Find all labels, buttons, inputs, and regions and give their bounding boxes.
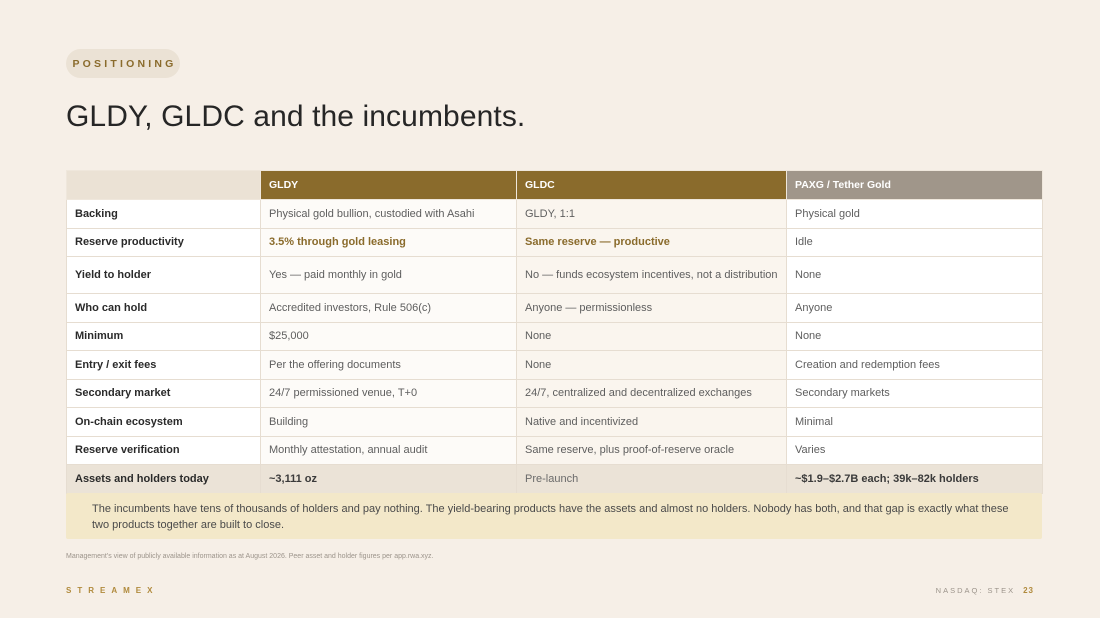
cell-gldy: Physical gold bullion, custodied with As… [260,199,517,229]
cell-gldy: $25,000 [260,321,517,351]
cell-peers: None [786,256,1043,294]
cell-peers: Secondary markets [786,378,1043,408]
table-row: Reserve productivity 3.5% through gold l… [66,227,1043,257]
header-blank [66,170,261,200]
table-row: On-chain ecosystem Building Native and i… [66,407,1043,437]
cell-peers: Idle [786,227,1043,257]
row-label: Backing [66,199,261,229]
cell-gldc: Native and incentivized [516,407,787,437]
cell-gldy: Per the offering documents [260,350,517,380]
cell-gldy: Building [260,407,517,437]
table-header-row: GLDY GLDC PAXG / Tether Gold [66,170,1043,200]
table-row: Minimum $25,000 None None [66,321,1043,351]
cell-gldc: Anyone — permissionless [516,293,787,323]
cell-gldy: Yes — paid monthly in gold [260,256,517,294]
cell-gldy: ~3,111 oz [260,464,517,494]
cell-gldc: None [516,350,787,380]
cell-gldc: No — funds ecosystem incentives, not a d… [516,256,787,294]
header-gldc: GLDC [516,170,787,200]
cell-gldc: GLDY, 1:1 [516,199,787,229]
comparison-table: GLDY GLDC PAXG / Tether Gold Backing Phy… [66,170,1043,494]
ticker: NASDAQ: STEX [935,586,1016,595]
table-row: Backing Physical gold bullion, custodied… [66,199,1043,229]
row-label: Assets and holders today [66,464,261,494]
cell-peers: Anyone [786,293,1043,323]
header-gldy: GLDY [260,170,517,200]
footnote: Management's view of publicly available … [66,553,434,560]
cell-peers: ~$1.9–$2.7B each; 39k–82k holders [786,464,1043,494]
cell-gldc: Same reserve, plus proof-of-reserve orac… [516,435,787,465]
table-row: Reserve verification Monthly attestation… [66,435,1043,465]
cell-gldy: Monthly attestation, annual audit [260,435,517,465]
cell-peers: Creation and redemption fees [786,350,1043,380]
page-number: 23 [1023,586,1034,595]
cell-gldc: 24/7, centralized and decentralized exch… [516,378,787,408]
table-row: Entry / exit fees Per the offering docum… [66,350,1043,380]
table-row-total: Assets and holders today ~3,111 oz Pre-l… [66,464,1043,494]
cell-gldy: 3.5% through gold leasing [260,227,517,257]
page-title: GLDY, GLDC and the incumbents. [66,100,526,133]
cell-gldc: None [516,321,787,351]
table-row: Yield to holder Yes — paid monthly in go… [66,256,1043,294]
table-row: Who can hold Accredited investors, Rule … [66,293,1043,323]
cell-peers: Physical gold [786,199,1043,229]
cell-peers: Varies [786,435,1043,465]
row-label: On-chain ecosystem [66,407,261,437]
row-label: Secondary market [66,378,261,408]
table-row: Secondary market 24/7 permissioned venue… [66,378,1043,408]
slide: POSITIONING GLDY, GLDC and the incumbent… [0,0,1100,618]
row-label: Reserve productivity [66,227,261,257]
summary-callout: The incumbents have tens of thousands of… [66,493,1042,539]
row-label: Minimum [66,321,261,351]
row-label: Yield to holder [66,256,261,294]
cell-gldc: Same reserve — productive [516,227,787,257]
section-eyebrow: POSITIONING [66,49,180,78]
cell-peers: Minimal [786,407,1043,437]
cell-peers: None [786,321,1043,351]
header-peers: PAXG / Tether Gold [786,170,1043,200]
cell-gldy: 24/7 permissioned venue, T+0 [260,378,517,408]
row-label: Reserve verification [66,435,261,465]
page-info: NASDAQ: STEX 23 [936,586,1034,595]
brand-wordmark: STREAMEX [66,586,159,595]
cell-gldc: Pre-launch [516,464,787,494]
row-label: Who can hold [66,293,261,323]
row-label: Entry / exit fees [66,350,261,380]
cell-gldy: Accredited investors, Rule 506(c) [260,293,517,323]
